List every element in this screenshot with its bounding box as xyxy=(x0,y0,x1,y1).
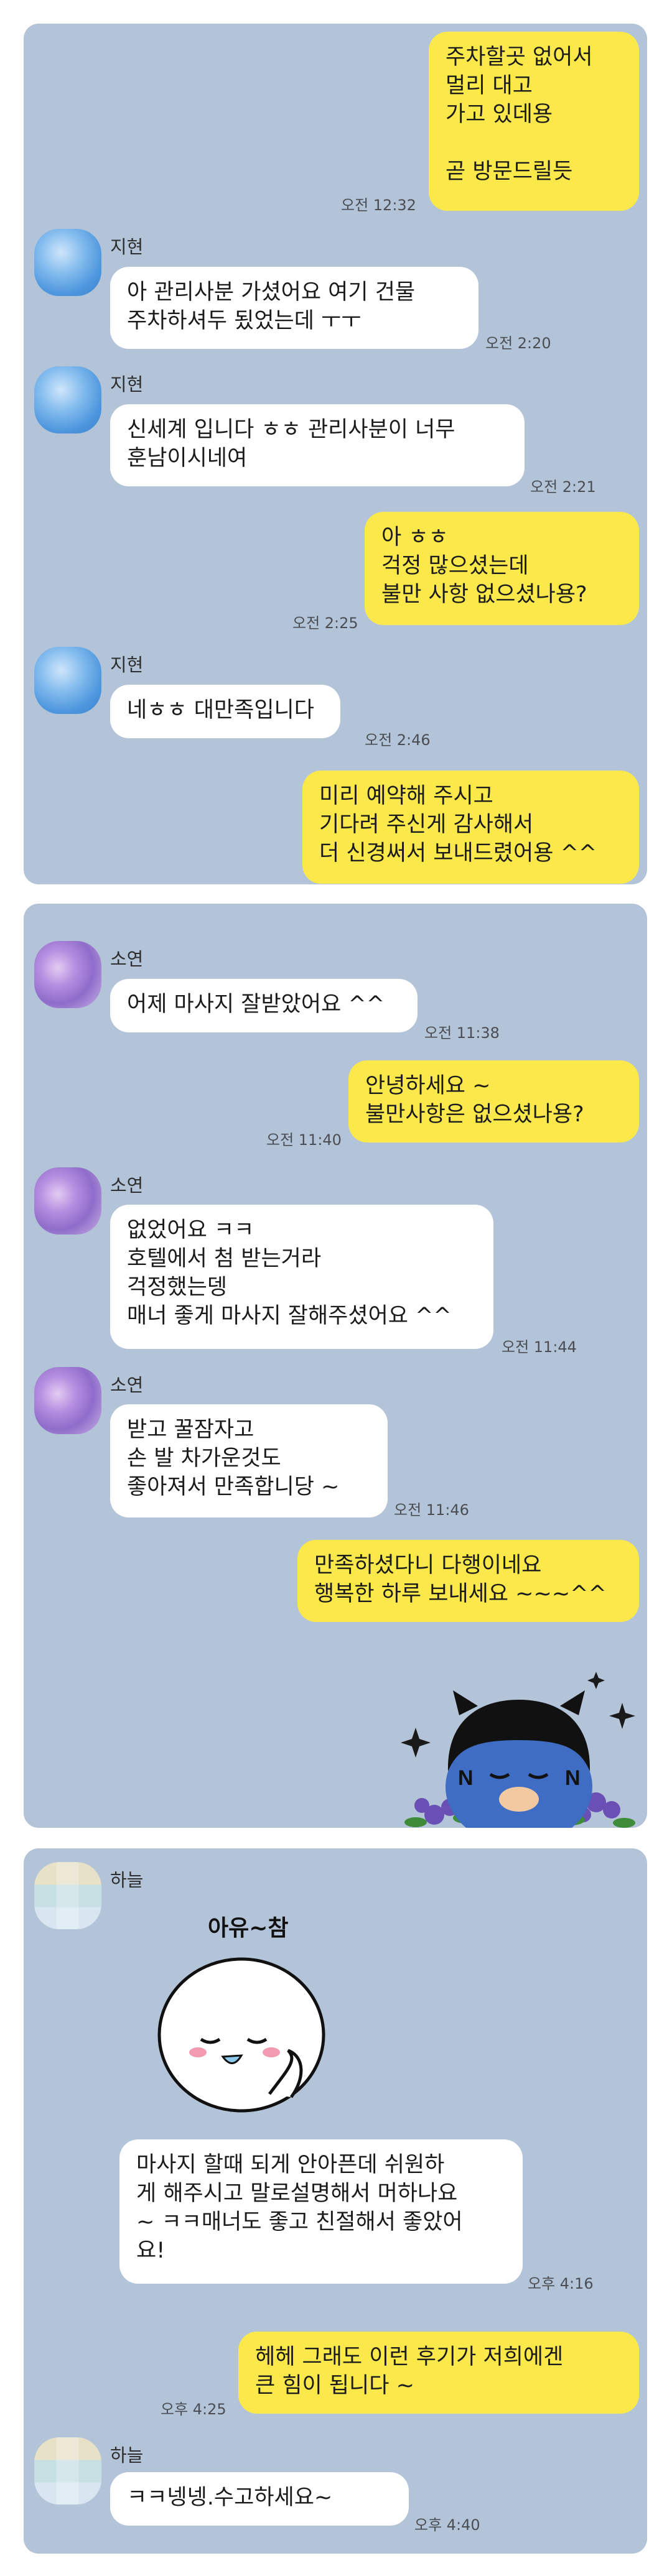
message-time: 오전 2:46 xyxy=(365,731,431,749)
avatar[interactable] xyxy=(34,647,101,714)
sticker-letter-right: N xyxy=(565,1766,581,1790)
message-bubble-incoming[interactable]: 마사지 할때 되게 안아픈데 쉬원하 게 해주시고 말로설명해서 머하나요 ~ … xyxy=(119,2139,523,2284)
message-time: 오전 11:40 xyxy=(266,1131,342,1149)
message-time: 오전 12:32 xyxy=(341,197,416,214)
message-time: 오전 2:20 xyxy=(485,335,551,352)
sticker-caption: 아유~참 xyxy=(208,1916,289,1941)
sender-name: 소연 xyxy=(110,948,144,970)
character-sticker[interactable]: N N xyxy=(391,1647,647,1828)
message-bubble-incoming[interactable]: 신세계 입니다 ㅎㅎ 관리사분이 너무 훈남이시네여 xyxy=(110,404,525,486)
message-bubble-outgoing[interactable]: 주차할곳 없어서 멀리 대고 가고 있데용 곧 방문드릴듯 xyxy=(429,32,639,211)
avatar[interactable] xyxy=(34,1862,101,1929)
avatar[interactable] xyxy=(34,1167,101,1235)
avatar[interactable] xyxy=(34,366,101,433)
message-bubble-outgoing[interactable]: 아 ㅎㅎ 걱정 많으셨는데 불만 사항 없으셨나용? xyxy=(365,512,639,625)
chat-screenshot-3: 하늘 아유~참 마사지 할때 되게 안아픈데 쉬원하 게 해주시고 말로설명해서… xyxy=(24,1848,647,2554)
message-time: 오전 11:38 xyxy=(424,1024,500,1042)
message-bubble-incoming[interactable]: ㅋㅋ넹넹.수고하세요~ xyxy=(110,2472,409,2526)
message-bubble-outgoing[interactable]: 헤헤 그래도 이런 후기가 저희에겐 큰 힘이 됩니다 ~ xyxy=(238,2332,639,2414)
message-time: 오후 4:16 xyxy=(528,2275,594,2292)
chat-screenshot-1: 주차할곳 없어서 멀리 대고 가고 있데용 곧 방문드릴듯 오전 12:32 지… xyxy=(24,24,647,884)
sender-name: 하늘 xyxy=(110,1869,144,1891)
sender-name: 하늘 xyxy=(110,2445,144,2466)
message-bubble-incoming[interactable]: 없었어요 ㅋㅋ 호텔에서 첨 받는거라 걱정했는뎅 매너 좋게 마사지 잘해주셨… xyxy=(110,1205,493,1349)
message-bubble-incoming[interactable]: 네ㅎㅎ 대만족입니다 xyxy=(110,685,340,738)
message-bubble-outgoing[interactable]: 미리 예약해 주시고 기다려 주신게 감사해서 더 신경써서 보내드렸어용 ^^ xyxy=(302,771,639,884)
avatar[interactable] xyxy=(34,1367,101,1434)
message-bubble-incoming[interactable]: 아 관리사분 가셨어요 여기 건물 주차하셔두 됬었는데 ㅜㅜ xyxy=(110,267,478,349)
message-time: 오후 4:40 xyxy=(414,2516,480,2534)
message-bubble-incoming[interactable]: 받고 꿀잠자고 손 발 차가운것도 좋아져서 만족합니당 ~ xyxy=(110,1404,388,1517)
message-time: 오후 4:25 xyxy=(161,2401,226,2418)
sender-name: 소연 xyxy=(110,1175,144,1196)
message-time: 오전 11:46 xyxy=(394,1501,469,1519)
message-bubble-outgoing[interactable]: 안녕하세요 ~ 불만사항은 없으셨나용? xyxy=(348,1060,639,1142)
avatar[interactable] xyxy=(34,941,101,1008)
message-bubble-incoming[interactable]: 어제 마사지 잘받았어요 ^^ xyxy=(110,979,418,1032)
chat-screenshot-2: 소연 어제 마사지 잘받았어요 ^^ 오전 11:38 안녕하세요 ~ 불만사항… xyxy=(24,904,647,1828)
sender-name: 지현 xyxy=(110,236,144,257)
avatar[interactable] xyxy=(34,229,101,296)
sender-name: 지현 xyxy=(110,654,144,675)
avatar[interactable] xyxy=(34,2437,101,2504)
sender-name: 소연 xyxy=(110,1374,144,1396)
emoticon-sticker[interactable]: 아유~참 xyxy=(142,1907,341,2119)
message-time: 오전 2:21 xyxy=(530,478,596,496)
message-time: 오전 11:44 xyxy=(502,1338,577,1356)
sender-name: 지현 xyxy=(110,374,144,395)
message-time: 오전 2:25 xyxy=(292,614,358,632)
sticker-letter-left: N xyxy=(458,1766,474,1790)
message-bubble-outgoing[interactable]: 만족하셨다니 다행이네요 행복한 하루 보내세요 ~~~^^ xyxy=(297,1540,639,1622)
